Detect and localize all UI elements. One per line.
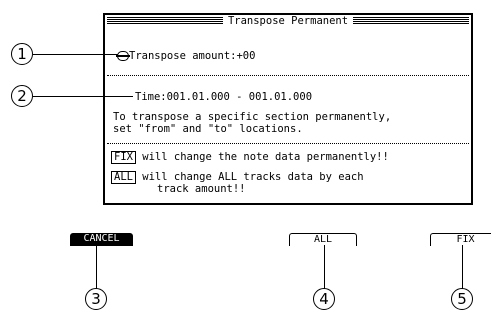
callout-line-2 bbox=[33, 96, 133, 97]
dialog-title-bar: Transpose Permanent bbox=[105, 15, 471, 29]
all-button[interactable]: ALL bbox=[289, 233, 357, 246]
callout-2: 2 bbox=[11, 85, 33, 107]
callout-line-4 bbox=[324, 245, 325, 289]
rotary-knob-icon[interactable] bbox=[116, 51, 130, 61]
callout-line-3 bbox=[96, 245, 97, 289]
transpose-amount-label: Transpose amount: bbox=[129, 50, 237, 62]
fix-tag: FIX bbox=[111, 151, 136, 164]
callout-line-5 bbox=[462, 245, 463, 289]
time-to-field[interactable]: 001.01.000 bbox=[249, 91, 312, 103]
all-note-text-2: track amount!! bbox=[157, 183, 246, 195]
divider bbox=[107, 143, 469, 144]
callout-5: 5 bbox=[451, 288, 473, 310]
callout-3: 3 bbox=[85, 288, 107, 310]
callout-4: 4 bbox=[313, 288, 335, 310]
fix-note-row: FIX will change the note data permanentl… bbox=[111, 151, 389, 164]
time-row: Time:001.01.000 - 001.01.000 bbox=[135, 91, 312, 103]
dialog-title: Transpose Permanent bbox=[105, 15, 471, 28]
time-separator: - bbox=[229, 91, 249, 103]
transpose-amount-row[interactable]: Transpose amount:+00 bbox=[129, 50, 255, 62]
transpose-amount-value[interactable]: +00 bbox=[236, 50, 255, 62]
callout-1: 1 bbox=[11, 43, 33, 65]
all-tag: ALL bbox=[111, 171, 136, 184]
transpose-permanent-dialog: Transpose Permanent Transpose amount:+00… bbox=[103, 13, 473, 205]
divider bbox=[107, 75, 469, 76]
fix-button[interactable]: FIX bbox=[430, 233, 491, 246]
callout-line-1 bbox=[33, 54, 118, 55]
instruction-line-1: To transpose a specific section permanen… bbox=[113, 111, 392, 123]
fix-note-text: will change the note data permanently!! bbox=[135, 151, 389, 163]
time-label: Time: bbox=[135, 91, 167, 103]
cancel-button[interactable]: CANCEL bbox=[70, 233, 133, 246]
instruction-line-2: set "from" and "to" locations. bbox=[113, 123, 303, 135]
all-note-text-1: will change ALL tracks data by each bbox=[135, 171, 364, 183]
time-from-field[interactable]: 001.01.000 bbox=[167, 91, 230, 103]
